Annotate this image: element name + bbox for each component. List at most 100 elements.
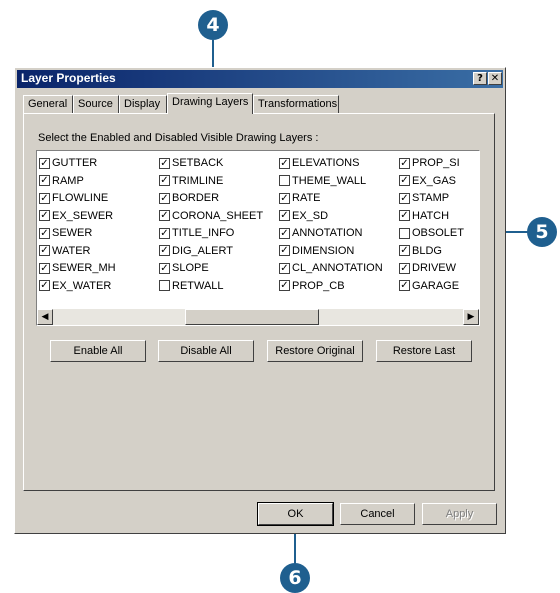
restore-last-button[interactable]: Restore Last <box>376 340 472 362</box>
layer-item[interactable]: ✓ WATER <box>39 243 91 259</box>
layer-checkbox[interactable]: ✓ <box>279 280 290 291</box>
layer-item[interactable]: ✓ HATCH <box>399 208 449 224</box>
layer-item[interactable]: ✓ BORDER <box>159 190 219 206</box>
layer-label: FLOWLINE <box>52 192 109 204</box>
layer-item[interactable]: ✓ EX_SD <box>279 208 328 224</box>
layer-checkbox[interactable]: ✓ <box>279 262 290 274</box>
layer-item[interactable]: ✓ DIG_ALERT <box>159 243 233 259</box>
layer-checkbox[interactable]: ✓ <box>159 175 170 186</box>
layer-item[interactable]: ✓ TITLE_INFO <box>159 225 234 241</box>
layer-checkbox[interactable]: ✓ <box>399 210 410 221</box>
layer-item[interactable]: ✓ FLOWLINE <box>39 190 108 206</box>
layer-item[interactable]: ✓ DIMENSION <box>279 243 354 259</box>
layer-checkbox[interactable]: ✓ <box>159 262 170 274</box>
layer-item[interactable]: ✓ SEWER <box>39 225 92 241</box>
layer-checkbox[interactable]: ✓ <box>279 245 290 256</box>
layer-item[interactable]: ✓ PROP_SI <box>399 155 460 171</box>
layer-checkbox[interactable]: ✓ <box>39 210 50 221</box>
layer-checkbox[interactable]: ✓ <box>399 280 410 291</box>
ok-button[interactable]: OK <box>257 502 334 526</box>
layer-item[interactable]: ✓ EX_GAS <box>399 173 456 189</box>
tab-transformations[interactable]: Transformations <box>253 95 339 113</box>
layer-label: RATE <box>292 192 321 204</box>
layer-checkbox[interactable]: ✓ <box>159 227 170 239</box>
layer-item[interactable]: ✓ CL_ANNOTATION <box>279 260 383 276</box>
layer-checkbox[interactable]: ✓ <box>399 157 410 169</box>
layer-item[interactable]: ✓ DRIVEW <box>399 260 456 276</box>
layer-checkbox[interactable]: ✓ <box>159 157 170 169</box>
layer-checkbox[interactable] <box>399 227 410 239</box>
layer-item[interactable]: ✓ GARAGE <box>399 278 459 294</box>
layer-checkbox[interactable]: ✓ <box>159 245 170 256</box>
layer-item[interactable]: ✓ RATE <box>279 190 321 206</box>
layer-checkbox[interactable]: ✓ <box>39 157 50 169</box>
layer-checkbox[interactable]: ✓ <box>279 192 290 204</box>
layer-item[interactable]: ✓ STAMP <box>399 190 449 206</box>
layer-label: DIMENSION <box>292 244 355 257</box>
scroll-thumb[interactable] <box>185 309 319 325</box>
layer-item[interactable]: ✓ TRIMLINE <box>159 173 223 189</box>
layer-checkbox[interactable]: ✓ <box>159 192 170 204</box>
disable-all-button[interactable]: Disable All <box>158 340 254 362</box>
layer-checkbox[interactable]: ✓ <box>399 192 410 204</box>
tab-display[interactable]: Display <box>119 95 167 113</box>
horizontal-scrollbar[interactable]: ◀ ▶ <box>37 309 479 325</box>
window-title: Layer Properties <box>21 71 116 85</box>
layer-item[interactable]: ✓ EX_WATER <box>39 278 111 294</box>
tab-general[interactable]: General <box>23 95 73 113</box>
layer-label: WATER <box>52 244 91 257</box>
layer-checkbox[interactable]: ✓ <box>279 157 290 169</box>
scroll-right-button[interactable]: ▶ <box>463 309 479 325</box>
layer-label: RETWALL <box>172 279 224 292</box>
drawing-layers-list[interactable]: ✓ GUTTER ✓ RAMP ✓ FLOWLINE ✓ EX_SEWER ✓ SEWER ✓ WAT… <box>36 150 480 326</box>
layer-checkbox[interactable] <box>159 280 170 291</box>
layer-checkbox[interactable]: ✓ <box>39 192 50 204</box>
layer-checkbox[interactable]: ✓ <box>39 280 50 291</box>
layer-checkbox[interactable]: ✓ <box>399 175 410 186</box>
layer-label: ELEVATIONS <box>292 157 360 169</box>
layer-item[interactable]: ✓ SETBACK <box>159 155 223 171</box>
layer-label: PROP_SI <box>412 157 460 169</box>
tab-drawing-layers[interactable]: Drawing Layers <box>167 93 253 114</box>
layer-label: SEWER_MH <box>52 262 116 274</box>
layer-item[interactable]: ✓ SLOPE <box>159 260 209 276</box>
layer-item[interactable]: ✓ ANNOTATION <box>279 225 362 241</box>
title-bar: Layer Properties ? ✕ <box>17 70 503 88</box>
layer-label: BLDG <box>412 244 442 257</box>
enable-all-button[interactable]: Enable All <box>50 340 146 362</box>
layer-checkbox[interactable]: ✓ <box>39 262 50 274</box>
apply-button[interactable]: Apply <box>422 503 497 525</box>
layer-checkbox[interactable]: ✓ <box>39 245 50 256</box>
layer-checkbox[interactable]: ✓ <box>39 175 50 186</box>
layer-item[interactable]: ✓ EX_SEWER <box>39 208 113 224</box>
layer-item[interactable]: ✓ GUTTER <box>39 155 97 171</box>
layer-item[interactable]: ✓ ELEVATIONS <box>279 155 359 171</box>
layer-item[interactable]: ✓ PROP_CB <box>279 278 345 294</box>
help-button[interactable]: ? <box>473 72 487 85</box>
close-button[interactable]: ✕ <box>488 72 502 85</box>
layer-checkbox[interactable]: ✓ <box>399 262 410 274</box>
layer-item[interactable]: ✓ CORONA_SHEET <box>159 208 263 224</box>
instruction-text: Select the Enabled and Disabled Visible … <box>38 132 319 144</box>
layer-checkbox[interactable]: ✓ <box>399 245 410 256</box>
layer-checkbox[interactable]: ✓ <box>279 210 290 221</box>
cancel-button[interactable]: Cancel <box>340 503 415 525</box>
layer-label: GUTTER <box>52 157 98 169</box>
layer-item[interactable]: THEME_WALL <box>279 173 366 189</box>
layer-label: PROP_CB <box>292 279 345 292</box>
layer-item[interactable]: ✓ RAMP <box>39 173 84 189</box>
layer-checkbox[interactable]: ✓ <box>159 210 170 221</box>
layer-item[interactable]: OBSOLET <box>399 225 464 241</box>
layer-item[interactable]: ✓ SEWER_MH <box>39 260 116 276</box>
tab-source[interactable]: Source <box>73 95 119 113</box>
layer-label: THEME_WALL <box>292 174 367 187</box>
layer-label: OBSOLET <box>412 227 464 239</box>
layer-checkbox[interactable]: ✓ <box>279 227 290 239</box>
layer-checkbox[interactable]: ✓ <box>39 227 50 239</box>
layer-label: TRIMLINE <box>172 174 224 187</box>
restore-original-button[interactable]: Restore Original <box>267 340 363 362</box>
layer-item[interactable]: RETWALL <box>159 278 224 294</box>
layer-checkbox[interactable] <box>279 175 290 186</box>
layer-item[interactable]: ✓ BLDG <box>399 243 442 259</box>
scroll-left-button[interactable]: ◀ <box>37 309 53 325</box>
